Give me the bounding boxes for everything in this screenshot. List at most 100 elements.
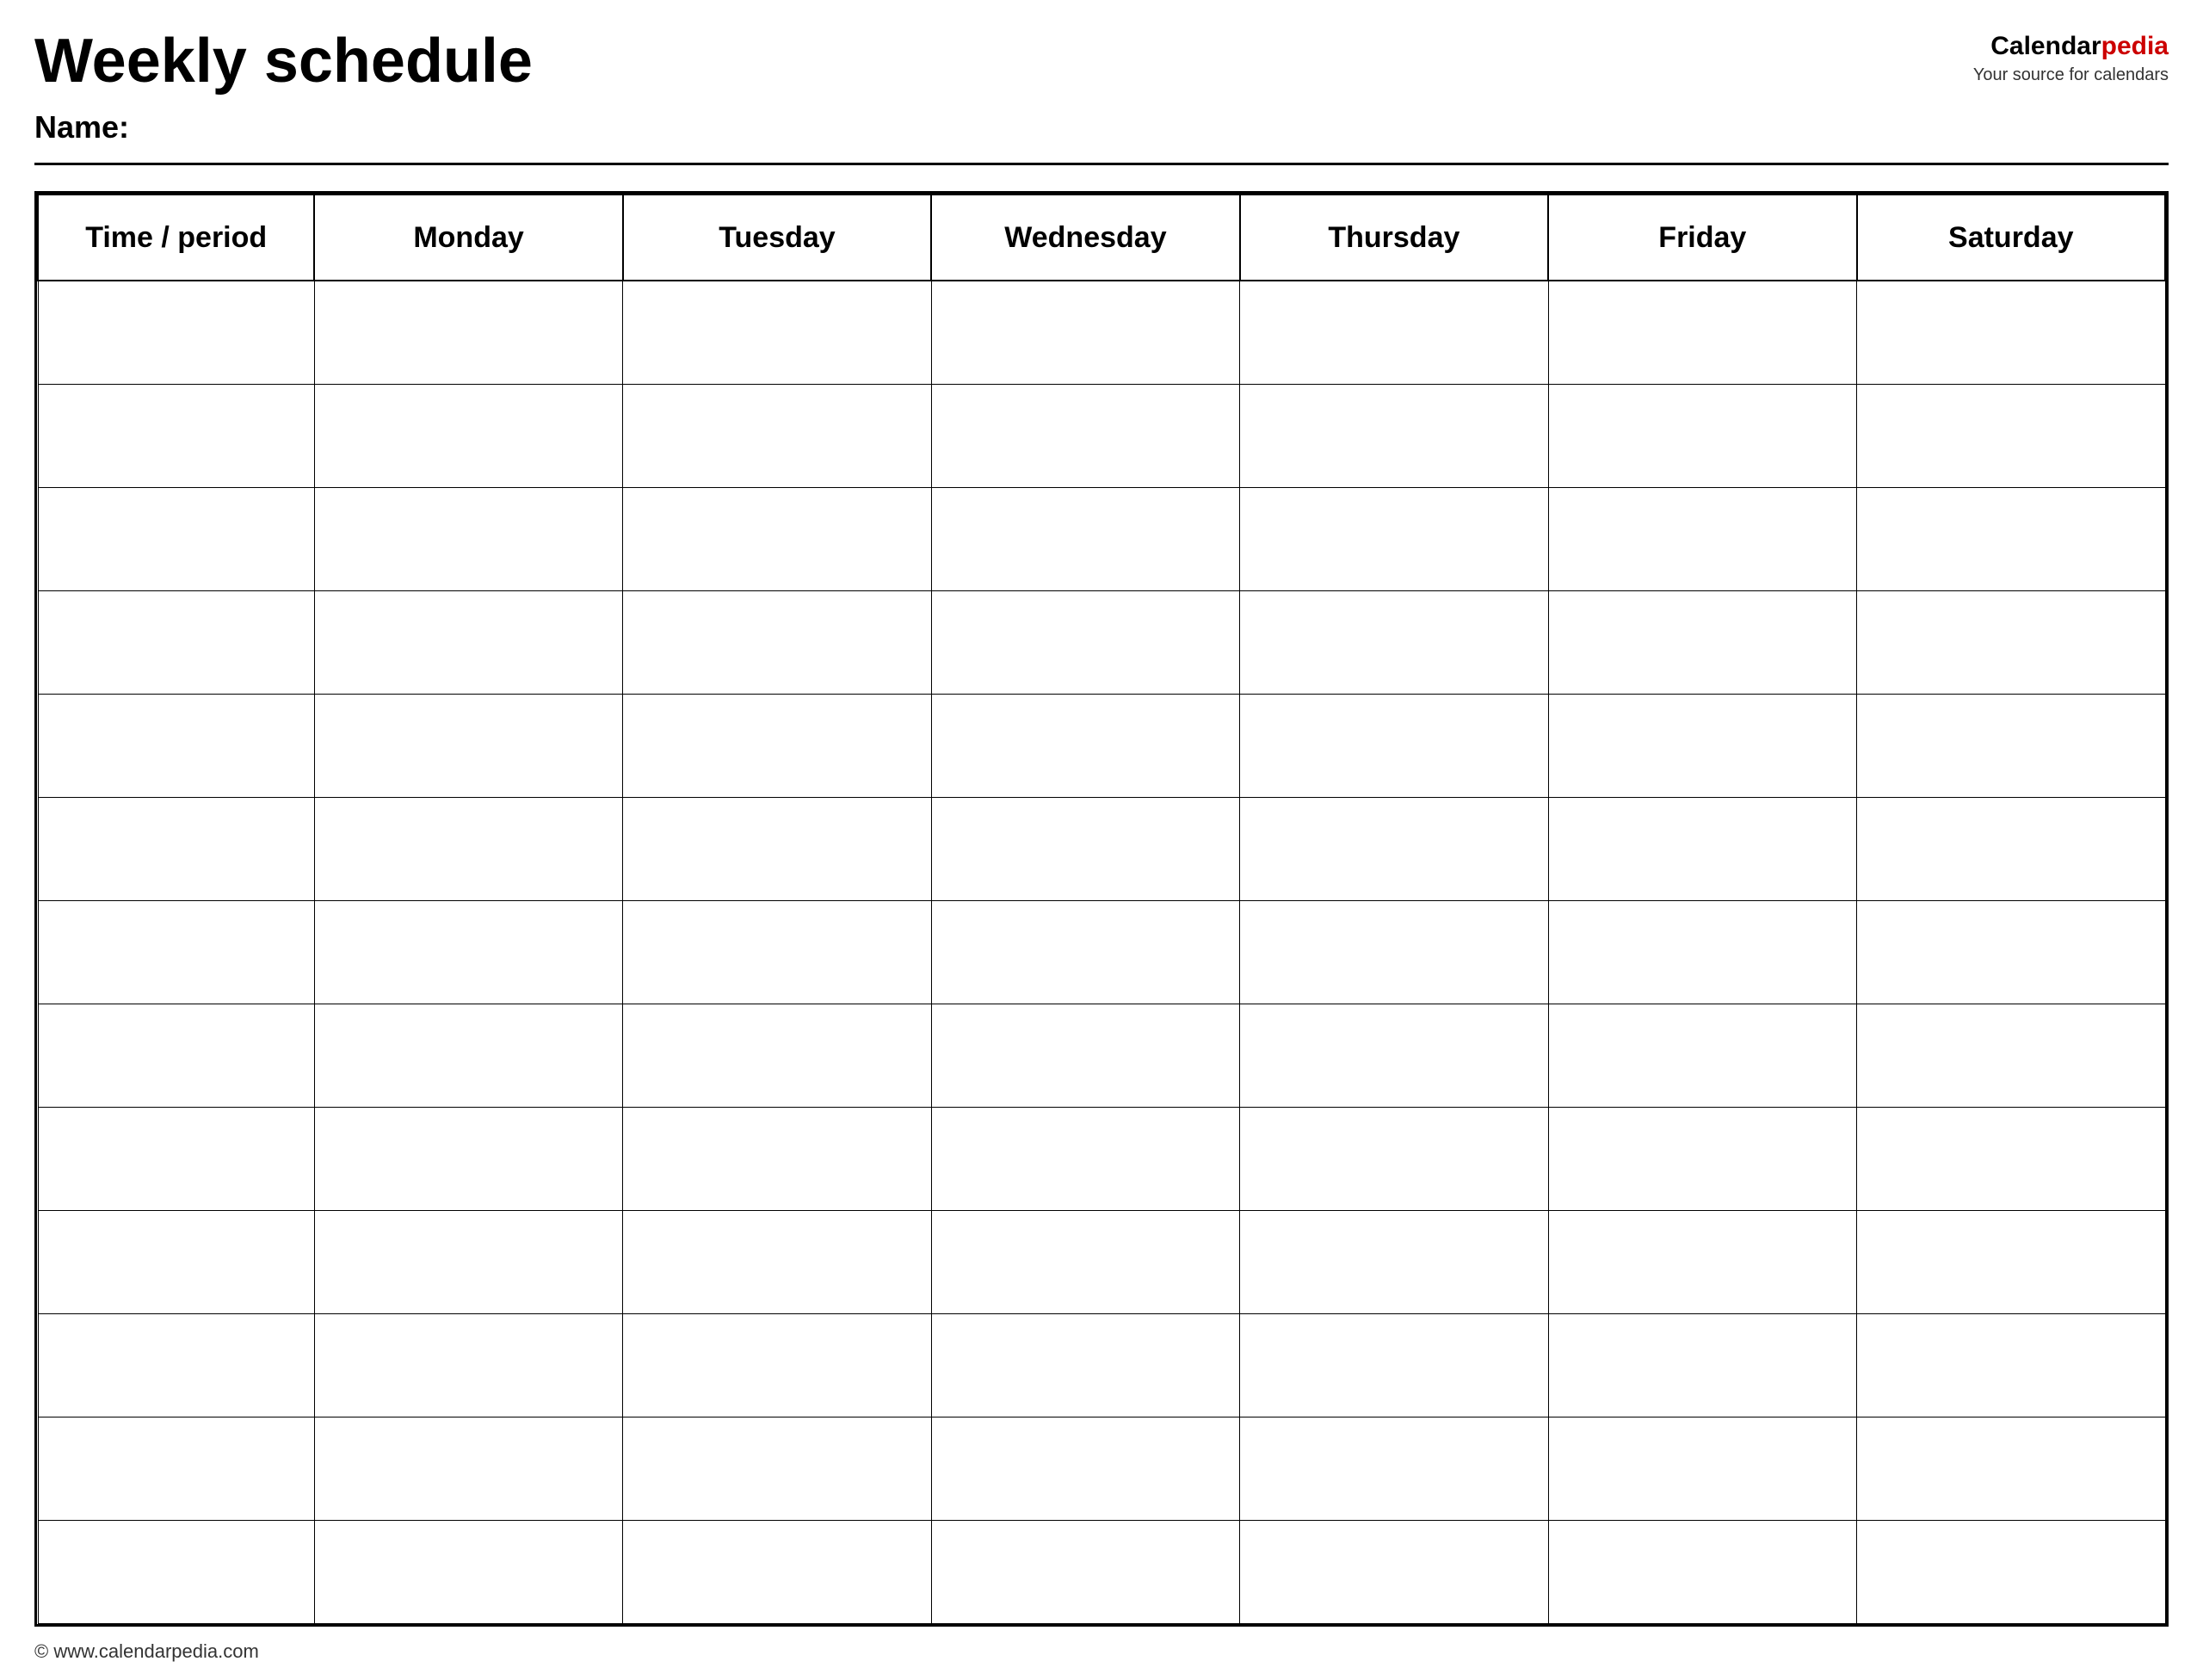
day-cell[interactable] [1857,590,2165,694]
day-cell[interactable] [314,384,622,487]
page-title: Weekly schedule [34,28,1973,96]
time-cell[interactable] [38,1004,314,1107]
day-cell[interactable] [1857,694,2165,797]
schedule-table: Time / period Monday Tuesday Wednesday T… [37,194,2166,1624]
time-cell[interactable] [38,1107,314,1210]
day-cell[interactable] [931,281,1239,384]
day-cell[interactable] [1857,384,2165,487]
day-cell[interactable] [1548,900,1856,1004]
day-cell[interactable] [1857,1520,2165,1623]
table-row [38,590,2165,694]
day-cell[interactable] [1240,797,1548,900]
day-cell[interactable] [931,1107,1239,1210]
day-cell[interactable] [314,1520,622,1623]
day-cell[interactable] [314,1004,622,1107]
day-cell[interactable] [623,487,931,590]
time-cell[interactable] [38,1417,314,1520]
day-cell[interactable] [314,1417,622,1520]
day-cell[interactable] [1240,1107,1548,1210]
day-cell[interactable] [1857,1107,2165,1210]
time-cell[interactable] [38,590,314,694]
day-cell[interactable] [1240,694,1548,797]
day-cell[interactable] [1548,590,1856,694]
day-cell[interactable] [1548,487,1856,590]
day-cell[interactable] [623,797,931,900]
day-cell[interactable] [1548,1210,1856,1313]
day-cell[interactable] [1548,797,1856,900]
day-cell[interactable] [1240,590,1548,694]
day-cell[interactable] [931,1417,1239,1520]
day-cell[interactable] [314,1107,622,1210]
day-cell[interactable] [623,281,931,384]
table-row [38,1417,2165,1520]
day-cell[interactable] [314,590,622,694]
day-cell[interactable] [623,590,931,694]
day-cell[interactable] [1240,900,1548,1004]
day-cell[interactable] [1240,281,1548,384]
day-cell[interactable] [1548,1520,1856,1623]
time-cell[interactable] [38,1520,314,1623]
time-cell[interactable] [38,281,314,384]
day-cell[interactable] [931,1210,1239,1313]
day-cell[interactable] [931,1004,1239,1107]
day-cell[interactable] [1240,384,1548,487]
day-cell[interactable] [1857,1004,2165,1107]
day-cell[interactable] [1240,1520,1548,1623]
day-cell[interactable] [1857,900,2165,1004]
day-cell[interactable] [1240,487,1548,590]
day-cell[interactable] [623,694,931,797]
time-cell[interactable] [38,797,314,900]
day-cell[interactable] [1857,487,2165,590]
time-cell[interactable] [38,694,314,797]
day-cell[interactable] [931,797,1239,900]
day-cell[interactable] [1548,384,1856,487]
table-row [38,1004,2165,1107]
day-cell[interactable] [623,1107,931,1210]
day-cell[interactable] [931,1313,1239,1417]
day-cell[interactable] [623,384,931,487]
day-cell[interactable] [623,1520,931,1623]
time-cell[interactable] [38,900,314,1004]
day-cell[interactable] [1548,281,1856,384]
time-cell[interactable] [38,384,314,487]
day-cell[interactable] [623,1417,931,1520]
day-cell[interactable] [1548,1313,1856,1417]
day-cell[interactable] [1857,281,2165,384]
day-cell[interactable] [314,1210,622,1313]
day-cell[interactable] [314,487,622,590]
col-header-wednesday: Wednesday [931,195,1239,281]
day-cell[interactable] [1240,1417,1548,1520]
day-cell[interactable] [931,384,1239,487]
time-cell[interactable] [38,1210,314,1313]
day-cell[interactable] [314,797,622,900]
day-cell[interactable] [623,1210,931,1313]
time-cell[interactable] [38,1313,314,1417]
title-section: Weekly schedule Name: [34,28,1973,145]
day-cell[interactable] [1857,797,2165,900]
day-cell[interactable] [1548,1417,1856,1520]
day-cell[interactable] [1857,1313,2165,1417]
day-cell[interactable] [314,1313,622,1417]
day-cell[interactable] [1857,1210,2165,1313]
logo-tagline: Your source for calendars [1973,65,2169,85]
day-cell[interactable] [1240,1004,1548,1107]
day-cell[interactable] [1240,1313,1548,1417]
day-cell[interactable] [931,590,1239,694]
day-cell[interactable] [314,900,622,1004]
day-cell[interactable] [931,487,1239,590]
day-cell[interactable] [1548,1107,1856,1210]
day-cell[interactable] [314,694,622,797]
day-cell[interactable] [314,281,622,384]
day-cell[interactable] [1548,1004,1856,1107]
day-cell[interactable] [1240,1210,1548,1313]
time-cell[interactable] [38,487,314,590]
day-cell[interactable] [931,900,1239,1004]
day-cell[interactable] [1548,694,1856,797]
day-cell[interactable] [623,900,931,1004]
logo-section: Calendarpedia Your source for calendars [1973,28,2169,85]
day-cell[interactable] [931,694,1239,797]
day-cell[interactable] [623,1004,931,1107]
day-cell[interactable] [623,1313,931,1417]
day-cell[interactable] [931,1520,1239,1623]
day-cell[interactable] [1857,1417,2165,1520]
